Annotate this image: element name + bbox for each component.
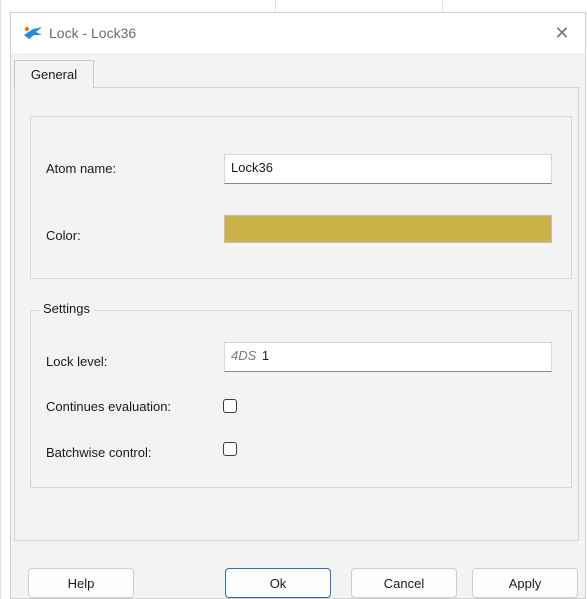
lock-level-label: Lock level:: [46, 354, 108, 369]
ok-button[interactable]: Ok: [225, 568, 331, 598]
help-button[interactable]: Help: [28, 568, 134, 598]
tab-general-label: General: [30, 67, 78, 82]
batchwise-control-checkbox[interactable]: [223, 442, 237, 456]
cancel-button-label: Cancel: [383, 575, 425, 591]
app-bird-icon: [24, 26, 42, 39]
atom-name-input[interactable]: Lock36: [224, 154, 552, 184]
close-icon: ✕: [554, 22, 570, 43]
lock-dialog: Lock - Lock36 ✕ General Atom name: Lock3…: [10, 12, 586, 599]
lock-level-value: 1: [261, 348, 270, 363]
ok-button-label: Ok: [269, 575, 287, 591]
apply-button-label: Apply: [508, 575, 542, 591]
apply-button[interactable]: Apply: [472, 568, 578, 598]
batchwise-control-label: Batchwise control:: [46, 445, 152, 460]
lock-level-input[interactable]: 4DS 1: [224, 342, 552, 372]
atom-name-label: Atom name:: [46, 161, 117, 176]
settings-legend: Settings: [39, 301, 94, 316]
title-bar: Lock - Lock36 ✕: [11, 13, 585, 53]
tab-general[interactable]: General: [14, 60, 94, 88]
window-title: Lock - Lock36: [49, 25, 137, 41]
color-label: Color:: [46, 228, 81, 243]
cancel-button[interactable]: Cancel: [351, 568, 457, 598]
background-gridline: [0, 0, 1, 599]
continues-evaluation-label: Continues evaluation:: [46, 399, 172, 414]
color-swatch[interactable]: [224, 215, 552, 243]
settings-group: Settings Lock level: 4DS 1 Continues eva…: [30, 301, 572, 488]
lock-level-prefix: 4DS: [231, 348, 257, 363]
close-button[interactable]: ✕: [539, 13, 585, 53]
background-gridline: [275, 0, 276, 12]
background-gridline: [442, 0, 443, 12]
atom-name-value: Lock36: [231, 160, 273, 175]
atom-group: Atom name: Lock36 Color:: [30, 116, 572, 279]
continues-evaluation-checkbox[interactable]: [223, 399, 237, 413]
help-button-label: Help: [67, 575, 95, 591]
